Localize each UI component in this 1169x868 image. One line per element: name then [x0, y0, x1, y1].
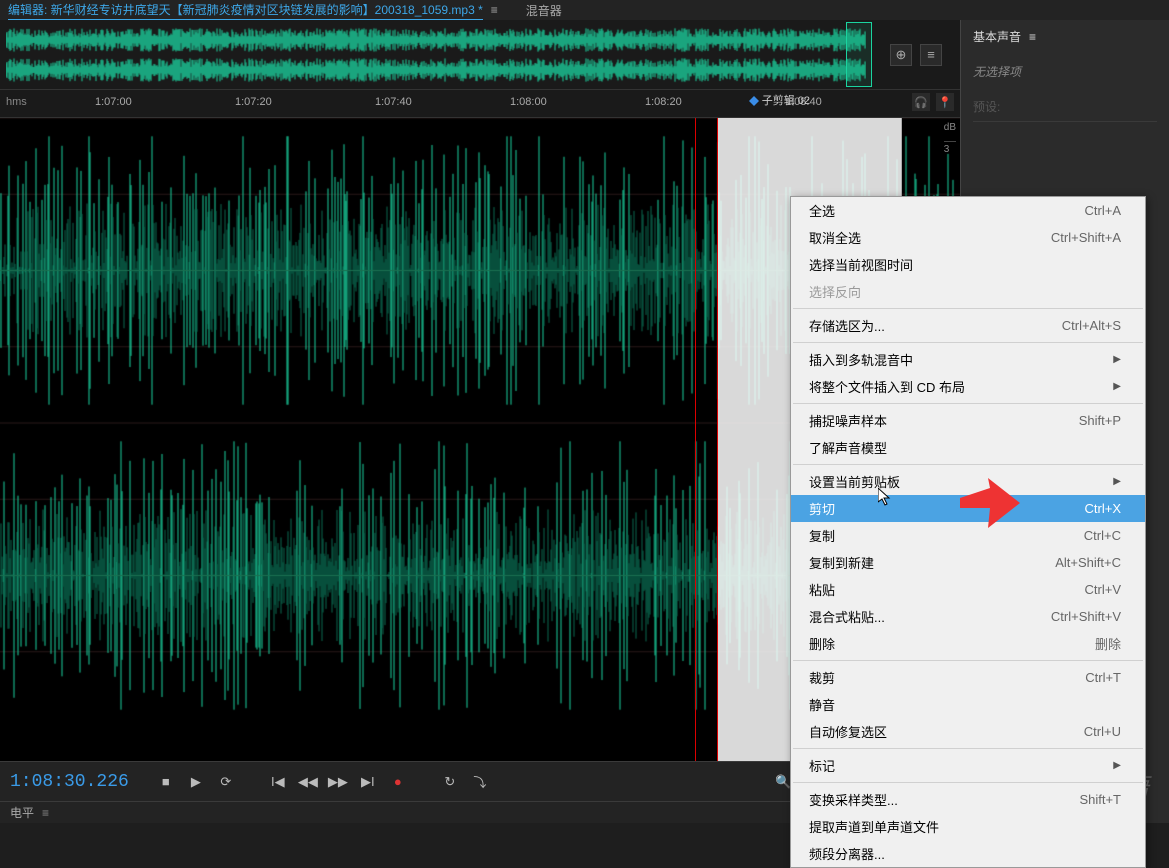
skip-start-button[interactable]: I◀	[265, 769, 291, 795]
loop-playback-button[interactable]: ↻	[437, 769, 463, 795]
ruler-unit: hms	[6, 96, 27, 108]
mixer-tab[interactable]: 混音器	[526, 2, 562, 19]
menu-item[interactable]: 频段分离器...	[791, 840, 1145, 867]
menu-item[interactable]: 静音	[791, 691, 1145, 718]
menu-separator	[793, 660, 1143, 661]
menu-item[interactable]: 选择当前视图时间	[791, 251, 1145, 278]
menu-item[interactable]: 设置当前剪贴板▶	[791, 468, 1145, 495]
stop-button[interactable]: ■	[153, 769, 179, 795]
editor-menu-icon[interactable]: ≡	[491, 3, 498, 17]
overview-strip[interactable]: ⊕ ≡	[0, 20, 960, 90]
panel-menu-icon[interactable]: ≡	[1029, 30, 1036, 44]
menu-item[interactable]: 存储选区为...Ctrl+Alt+S	[791, 312, 1145, 339]
timecode[interactable]: 1:08:30.226	[10, 772, 129, 792]
panel-title: 基本声音	[973, 28, 1021, 45]
skip-end-button[interactable]: ▶I	[355, 769, 381, 795]
menu-item[interactable]: 裁剪Ctrl+T	[791, 664, 1145, 691]
menu-separator	[793, 403, 1143, 404]
menu-item[interactable]: 取消全选Ctrl+Shift+A	[791, 224, 1145, 251]
levels-label: 电平	[10, 804, 34, 821]
preset-row: 预设:	[973, 98, 1157, 122]
overview-selection[interactable]	[846, 22, 872, 87]
menu-item[interactable]: 混合式粘贴...Ctrl+Shift+V	[791, 603, 1145, 630]
menu-item[interactable]: 粘贴Ctrl+V	[791, 576, 1145, 603]
editor-title[interactable]: 编辑器: 新华财经专访井底望天【新冠肺炎疫情对区块链发展的影响】200318_1…	[8, 1, 483, 20]
menu-item[interactable]: 删除删除	[791, 630, 1145, 657]
menu-separator	[793, 464, 1143, 465]
menu-item[interactable]: 全选Ctrl+A	[791, 197, 1145, 224]
menu-separator	[793, 342, 1143, 343]
menu-item[interactable]: 提取声道到单声道文件	[791, 813, 1145, 840]
ruler-tick: 1:07:40	[375, 96, 412, 108]
menu-item[interactable]: 插入到多轨混音中▶	[791, 346, 1145, 373]
menu-item[interactable]: 复制Ctrl+C	[791, 522, 1145, 549]
loop-button[interactable]: ⟳	[213, 769, 239, 795]
menu-item: 选择反向	[791, 278, 1145, 305]
menu-item[interactable]: 复制到新建Alt+Shift+C	[791, 549, 1145, 576]
menu-separator	[793, 748, 1143, 749]
ruler-tick: 1:07:20	[235, 96, 272, 108]
db-scale: dB 3	[944, 122, 956, 155]
menu-item[interactable]: 剪切Ctrl+X	[791, 495, 1145, 522]
pin-icon[interactable]: 📍	[936, 93, 954, 111]
list-tool-icon[interactable]: ≡	[920, 44, 942, 66]
ruler-tick: 1:08:20	[645, 96, 682, 108]
menu-item[interactable]: 自动修复选区Ctrl+U	[791, 718, 1145, 745]
subclip-label: 子剪辑 02	[749, 92, 810, 108]
headphone-icon[interactable]: 🎧	[912, 93, 930, 111]
record-button[interactable]: ●	[385, 769, 411, 795]
ruler-tick: 1:07:00	[95, 96, 132, 108]
rewind-button[interactable]: ◀◀	[295, 769, 321, 795]
context-menu[interactable]: 全选Ctrl+A取消全选Ctrl+Shift+A选择当前视图时间选择反向存储选区…	[790, 196, 1146, 868]
menu-item[interactable]: 变换采样类型...Shift+T	[791, 786, 1145, 813]
zoom-tool-icon[interactable]: ⊕	[890, 44, 912, 66]
menu-item[interactable]: 捕捉噪声样本Shift+P	[791, 407, 1145, 434]
editor-tab-bar: 编辑器: 新华财经专访井底望天【新冠肺炎疫情对区块链发展的影响】200318_1…	[0, 0, 1169, 20]
play-button[interactable]: ▶	[183, 769, 209, 795]
time-ruler[interactable]: hms 1:07:001:07:201:07:401:08:001:08:201…	[0, 90, 960, 118]
menu-item[interactable]: 将整个文件插入到 CD 布局▶	[791, 373, 1145, 400]
menu-separator	[793, 782, 1143, 783]
menu-item[interactable]: 标记▶	[791, 752, 1145, 779]
menu-item[interactable]: 了解声音模型	[791, 434, 1145, 461]
menu-separator	[793, 308, 1143, 309]
playhead[interactable]	[695, 118, 696, 761]
ruler-tick: 1:08:00	[510, 96, 547, 108]
no-selection-text: 无选择项	[973, 63, 1157, 80]
skip-selection-button[interactable]: ⤵	[467, 769, 493, 795]
forward-button[interactable]: ▶▶	[325, 769, 351, 795]
